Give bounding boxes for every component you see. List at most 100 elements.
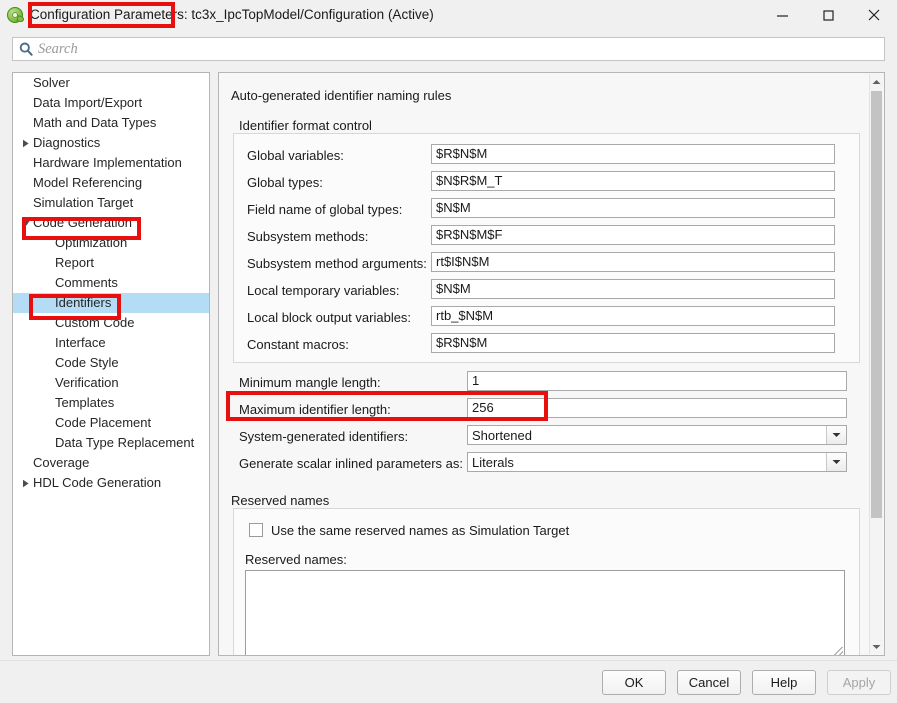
body-area: SolverData Import/ExportMath and Data Ty… — [0, 68, 897, 660]
identifiers-pane: Auto-generated identifier naming rules I… — [218, 72, 885, 656]
sidebar-item-label: Math and Data Types — [33, 113, 156, 133]
sidebar-item-label: Report — [55, 253, 94, 273]
apply-button: Apply — [827, 670, 891, 695]
ok-button[interactable]: OK — [602, 670, 666, 695]
sidebar-item-interface[interactable]: Interface — [13, 333, 209, 353]
search-placeholder: Search — [38, 41, 78, 58]
sidebar-item-math-and-data-types[interactable]: Math and Data Types — [13, 113, 209, 133]
local-block-output-variables-input[interactable]: rtb_$N$M — [431, 306, 835, 326]
sidebar-item-report[interactable]: Report — [13, 253, 209, 273]
use-simulation-target-reserved-names-label: Use the same reserved names as Simulatio… — [271, 523, 569, 539]
sidebar-item-coverage[interactable]: Coverage — [13, 453, 209, 473]
sidebar-item-verification[interactable]: Verification — [13, 373, 209, 393]
sidebar-item-label: Identifiers — [55, 293, 111, 313]
search-input[interactable]: Search — [12, 37, 885, 61]
sidebar-item-code-placement[interactable]: Code Placement — [13, 413, 209, 433]
identifiers-pane-inner: Auto-generated identifier naming rules I… — [219, 73, 871, 655]
sidebar-item-label: Templates — [55, 393, 114, 413]
sidebar-item-simulation-target[interactable]: Simulation Target — [13, 193, 209, 213]
help-button[interactable]: Help — [752, 670, 816, 695]
sidebar-item-label: Coverage — [33, 453, 89, 473]
sidebar-item-label: Hardware Implementation — [33, 153, 182, 173]
local-temporary-variables-input[interactable]: $N$M — [431, 279, 835, 299]
search-bar: Search — [0, 30, 897, 68]
sidebar-item-label: Comments — [55, 273, 118, 293]
sidebar-item-diagnostics[interactable]: Diagnostics — [13, 133, 209, 153]
configuration-parameters-window: Configuration Parameters: tc3x_IpcTopMod… — [0, 0, 897, 702]
sidebar-item-optimization[interactable]: Optimization — [13, 233, 209, 253]
local-temporary-variables-label: Local temporary variables: — [247, 283, 399, 299]
search-icon — [18, 41, 34, 57]
chevron-down-icon[interactable] — [826, 426, 846, 444]
global-variables-input[interactable]: $R$N$M — [431, 144, 835, 164]
sidebar-item-label: Verification — [55, 373, 119, 393]
sidebar-item-label: Model Referencing — [33, 173, 142, 193]
reserved-names-textarea[interactable] — [245, 570, 845, 656]
sidebar-item-custom-code[interactable]: Custom Code — [13, 313, 209, 333]
chevron-down-icon[interactable] — [826, 453, 846, 471]
scroll-down-icon[interactable] — [870, 639, 883, 654]
maximize-icon[interactable] — [805, 0, 851, 30]
sidebar-item-label: Data Import/Export — [33, 93, 142, 113]
cancel-button[interactable]: Cancel — [677, 670, 741, 695]
sidebar-item-identifiers[interactable]: Identifiers — [13, 293, 209, 313]
sidebar-item-label: Code Placement — [55, 413, 151, 433]
sidebar-item-code-style[interactable]: Code Style — [13, 353, 209, 373]
scrollbar-thumb[interactable] — [871, 91, 882, 518]
global-variables-label: Global variables: — [247, 148, 344, 164]
sidebar-item-data-import-export[interactable]: Data Import/Export — [13, 93, 209, 113]
constant-macros-input[interactable]: $R$N$M — [431, 333, 835, 353]
close-icon[interactable] — [851, 0, 897, 30]
title-bar: Configuration Parameters: tc3x_IpcTopMod… — [0, 0, 897, 30]
scalar-inlined-parameters-label: Generate scalar inlined parameters as: — [239, 456, 463, 472]
sidebar-item-comments[interactable]: Comments — [13, 273, 209, 293]
system-generated-identifiers-select[interactable]: Shortened — [467, 425, 847, 445]
sidebar-item-data-type-replacement[interactable]: Data Type Replacement — [13, 433, 209, 453]
sidebar-item-model-referencing[interactable]: Model Referencing — [13, 173, 209, 193]
sidebar-item-solver[interactable]: Solver — [13, 73, 209, 93]
reserved-names-group-title: Reserved names — [231, 493, 329, 508]
global-types-input[interactable]: $N$R$M_T — [431, 171, 835, 191]
system-generated-identifiers-label: System-generated identifiers: — [239, 429, 408, 445]
dialog-footer: OK Cancel Help Apply — [0, 660, 897, 703]
window-controls — [759, 0, 897, 30]
sidebar-item-label: Simulation Target — [33, 193, 133, 213]
sidebar-item-label: Custom Code — [55, 313, 134, 333]
scalar-inlined-parameters-select[interactable]: Literals — [467, 452, 847, 472]
field-name-of-global-types-input[interactable]: $N$M — [431, 198, 835, 218]
window-title: Configuration Parameters: tc3x_IpcTopMod… — [30, 0, 434, 30]
subsystem-methods-input[interactable]: $R$N$M$F — [431, 225, 835, 245]
local-block-output-variables-label: Local block output variables: — [247, 310, 411, 326]
use-simulation-target-reserved-names-checkbox[interactable] — [249, 523, 263, 537]
sidebar-item-hardware-implementation[interactable]: Hardware Implementation — [13, 153, 209, 173]
system-generated-identifiers-value: Shortened — [468, 428, 826, 443]
sidebar-item-label: Code Generation — [33, 213, 132, 233]
sidebar-item-label: HDL Code Generation — [33, 473, 161, 493]
resize-grip-icon[interactable] — [834, 647, 843, 656]
chevron-down-icon[interactable] — [19, 219, 33, 227]
scalar-inlined-parameters-value: Literals — [468, 455, 826, 470]
max-identifier-length-input[interactable]: 256 — [467, 398, 847, 418]
chevron-right-icon[interactable] — [19, 139, 33, 148]
chevron-right-icon[interactable] — [19, 479, 33, 488]
sidebar-item-label: Optimization — [55, 233, 127, 253]
max-identifier-length-label: Maximum identifier length: — [239, 402, 391, 418]
sidebar-item-label: Code Style — [55, 353, 119, 373]
constant-macros-label: Constant macros: — [247, 337, 349, 353]
min-mangle-label: Minimum mangle length: — [239, 375, 381, 391]
scroll-up-icon[interactable] — [870, 74, 883, 89]
sidebar-item-label: Interface — [55, 333, 106, 353]
sidebar-item-code-generation[interactable]: Code Generation — [13, 213, 209, 233]
sidebar-item-hdl-code-generation[interactable]: HDL Code Generation — [13, 473, 209, 493]
sidebar-item-label: Data Type Replacement — [55, 433, 194, 453]
sidebar-item-templates[interactable]: Templates — [13, 393, 209, 413]
subsystem-method-arguments-input[interactable]: rt$I$N$M — [431, 252, 835, 272]
min-mangle-input[interactable]: 1 — [467, 371, 847, 391]
settings-tree[interactable]: SolverData Import/ExportMath and Data Ty… — [12, 72, 210, 656]
format-group-title: Identifier format control — [239, 118, 372, 133]
subsystem-methods-label: Subsystem methods: — [247, 229, 368, 245]
content-scrollbar[interactable] — [869, 74, 883, 654]
minimize-icon[interactable] — [759, 0, 805, 30]
reserved-names-label: Reserved names: — [245, 552, 347, 568]
simulink-icon — [6, 6, 24, 24]
